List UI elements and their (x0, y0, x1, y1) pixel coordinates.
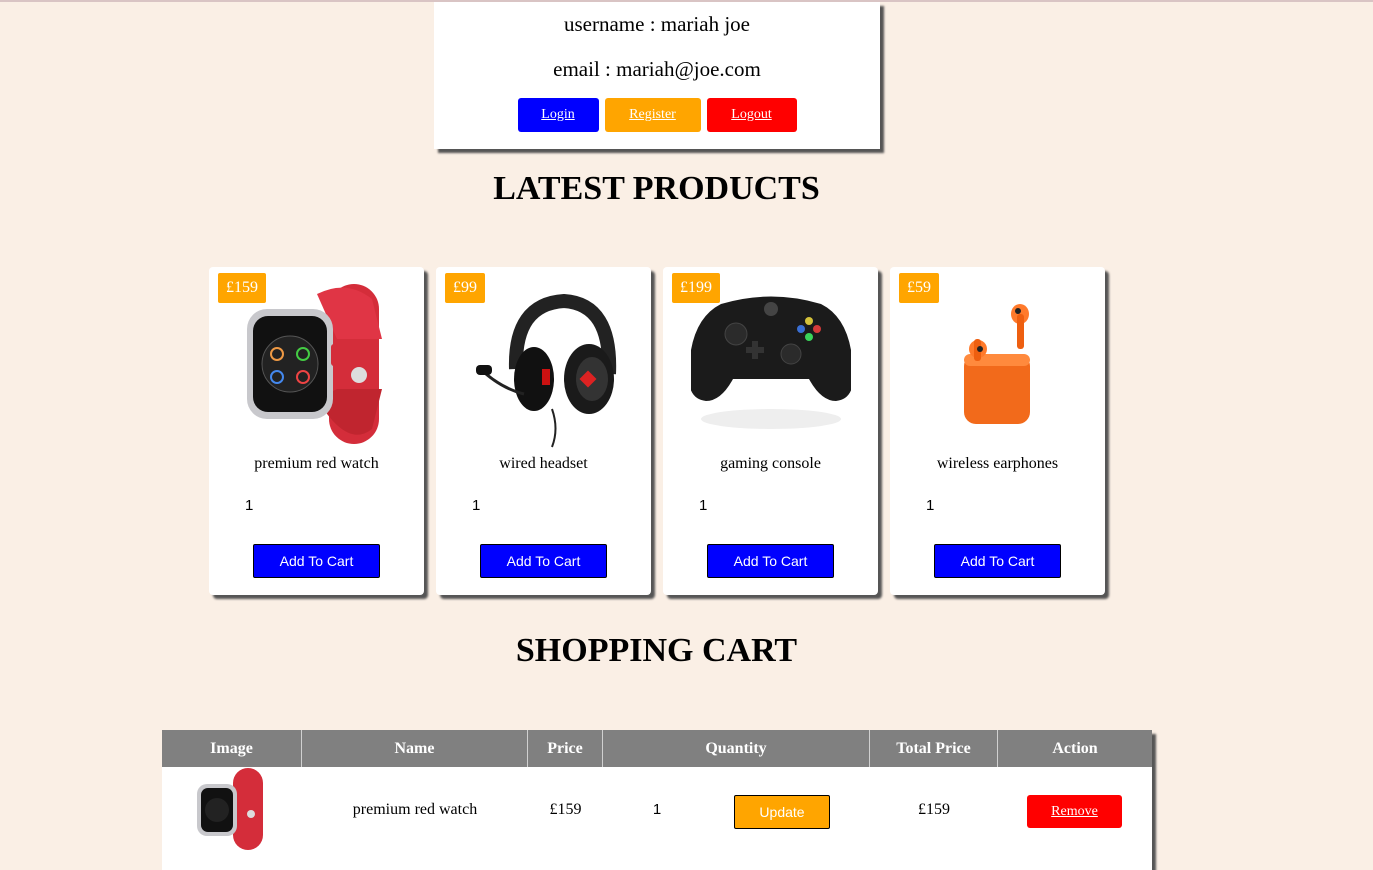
column-header: Action (1052, 740, 1098, 757)
red-watch-image (247, 284, 382, 444)
column-header: Quantity (603, 730, 870, 767)
table-header: Image Name Price Quantity Total Price Ac… (162, 730, 1152, 767)
headset-image (476, 293, 617, 448)
cart-item-price: £159 (549, 801, 582, 818)
product-name: wired headset (499, 455, 588, 472)
column-header: Price (528, 730, 603, 767)
add-to-cart-button[interactable]: Add To Cart (253, 544, 380, 578)
update-button[interactable]: Update (734, 795, 830, 829)
username-text: username : mariah joe (563, 12, 750, 36)
product-card: £159 premium red watch 1 Add To Cart (209, 267, 424, 595)
price-badge: £99 (445, 273, 485, 303)
product-name: premium red watch (254, 455, 379, 472)
cart-quantity-input[interactable]: 1 (642, 767, 672, 852)
add-to-cart-button[interactable]: Add To Cart (707, 544, 834, 578)
product-card: £199 gaming console 1 Add To Cart (663, 267, 878, 595)
product-card: £59 wireless earphones 1 Add To Cart (890, 267, 1105, 595)
game-controller-image (691, 296, 851, 429)
product-name: gaming console (720, 455, 821, 472)
red-watch-thumbnail (197, 768, 263, 850)
register-button[interactable]: Register (604, 98, 701, 132)
product-name: wireless earphones (936, 455, 1059, 472)
cart-item-total: £159 (918, 801, 950, 818)
add-to-cart-button[interactable]: Add To Cart (934, 544, 1061, 578)
user-info-panel: username : mariah joe email : mariah@joe… (434, 2, 880, 149)
column-header: Image (162, 730, 302, 767)
latest-products-heading: LATEST PRODUCTS (493, 170, 820, 207)
email-text: email : mariah@joe.com (553, 57, 761, 81)
quantity-input[interactable]: 1 (699, 497, 707, 514)
price-badge: £199 (672, 273, 720, 303)
quantity-input[interactable]: 1 (926, 497, 934, 514)
quantity-input[interactable]: 1 (245, 497, 253, 514)
shopping-cart-heading: SHOPPING CART (515, 632, 798, 669)
earphones-image (964, 304, 1030, 424)
cart-table: Image Name Price Quantity Total Price Ac… (162, 730, 1152, 870)
product-card: £99 wired headset 1 Add To Cart (436, 267, 651, 595)
add-to-cart-button[interactable]: Add To Cart (480, 544, 607, 578)
column-header: Total Price (870, 730, 998, 767)
login-button[interactable]: Login (517, 98, 599, 132)
column-header: Name (302, 730, 528, 767)
remove-button[interactable]: Remove (1027, 795, 1122, 828)
auth-buttons: Login Register Logout (434, 98, 880, 132)
price-badge: £59 (899, 273, 939, 303)
logout-button[interactable]: Logout (706, 98, 797, 132)
price-badge: £159 (218, 273, 266, 303)
cart-item-name: premium red watch (352, 801, 478, 818)
quantity-input[interactable]: 1 (472, 497, 480, 514)
